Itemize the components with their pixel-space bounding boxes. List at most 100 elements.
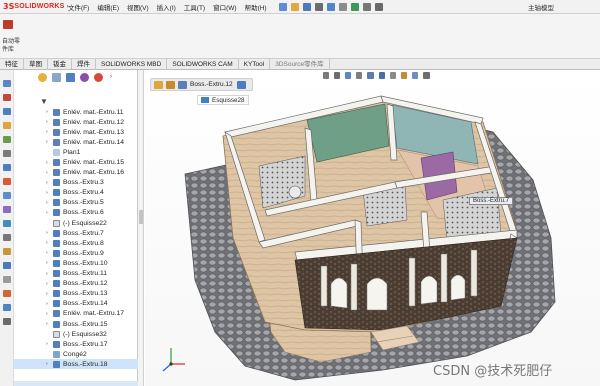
open-folder-icon[interactable] xyxy=(290,2,299,11)
solidworks-logo[interactable]: 3S SOLIDWORKS › xyxy=(0,2,69,11)
print-icon[interactable] xyxy=(314,2,323,11)
expand-arrow-icon[interactable]: › xyxy=(46,230,52,236)
menu-file[interactable]: 文件(F) xyxy=(64,2,93,12)
rebuild-icon[interactable] xyxy=(350,2,359,11)
chamfer-icon[interactable] xyxy=(3,192,11,199)
menu-insert[interactable]: 插入(I) xyxy=(153,2,180,12)
tree-item[interactable]: › Boss.-Extru.10 xyxy=(14,258,138,268)
expand-arrow-icon[interactable]: › xyxy=(46,281,52,287)
tree-item[interactable]: › Enlév. mat.-Extru.15 xyxy=(14,157,138,167)
expand-arrow-icon[interactable]: › xyxy=(46,341,52,347)
cut-icon[interactable] xyxy=(3,150,11,157)
save-icon[interactable] xyxy=(302,2,311,11)
expand-arrow-icon[interactable]: › xyxy=(46,200,52,206)
tab-0[interactable]: 特征 xyxy=(0,59,24,70)
expand-arrow-icon[interactable]: › xyxy=(46,361,52,367)
extruded-boss-icon[interactable] xyxy=(3,80,11,87)
options-gear-icon[interactable] xyxy=(374,2,383,11)
feature-manager-tab-icon[interactable] xyxy=(38,73,47,82)
hole-wizard-icon[interactable] xyxy=(3,164,11,171)
tree-item[interactable]: Plan1 xyxy=(14,147,138,157)
draft-icon[interactable] xyxy=(3,234,11,241)
tree-item[interactable]: (-) Esquisse22 xyxy=(14,218,138,228)
expand-arrow-icon[interactable]: › xyxy=(46,109,52,115)
reference-geometry-icon[interactable] xyxy=(3,290,11,297)
new-document-icon[interactable] xyxy=(278,2,287,11)
instant3d-icon[interactable] xyxy=(3,318,11,325)
undo-icon[interactable] xyxy=(326,2,335,11)
lofted-boss-icon[interactable] xyxy=(3,122,11,129)
tab-4[interactable]: SOLIDWORKS MBD xyxy=(96,59,168,70)
tab-7[interactable]: 3DSource零件库 xyxy=(270,59,330,70)
expand-arrow-icon[interactable]: › xyxy=(46,190,52,196)
expand-arrow-icon[interactable]: › xyxy=(46,311,52,317)
tree-item[interactable]: › Boss.-Extru.7 xyxy=(14,228,138,238)
menu-window[interactable]: 窗口(W) xyxy=(209,2,240,12)
tree-item[interactable]: › Boss.-Extru.9 xyxy=(14,248,138,258)
dim-xpert-tab-icon[interactable] xyxy=(80,73,89,82)
auto-parts-library-button[interactable]: 自动零 件库 xyxy=(0,14,30,58)
pattern-icon[interactable] xyxy=(3,206,11,213)
intersect-icon[interactable] xyxy=(3,276,11,283)
expand-arrow-icon[interactable]: › xyxy=(46,240,52,246)
tab-5[interactable]: SOLIDWORKS CAM xyxy=(167,59,239,70)
tree-item[interactable]: › Enlév. mat.-Extru.17 xyxy=(14,309,138,319)
menu-edit[interactable]: 编辑(E) xyxy=(93,2,123,12)
select-arrow-icon[interactable] xyxy=(338,2,347,11)
file-properties-icon[interactable] xyxy=(362,2,371,11)
chevron-right-icon[interactable]: › xyxy=(110,74,112,80)
expand-arrow-icon[interactable]: › xyxy=(46,260,52,266)
tab-6[interactable]: KYTool xyxy=(239,59,271,70)
panel-splitter[interactable] xyxy=(138,70,144,386)
tab-3[interactable]: 焊件 xyxy=(72,59,96,70)
property-manager-tab-icon[interactable] xyxy=(52,73,61,82)
menu-view[interactable]: 视图(V) xyxy=(123,2,153,12)
filter-icon[interactable]: ▼ xyxy=(40,97,48,106)
expand-arrow-icon[interactable]: › xyxy=(46,180,52,186)
boundary-boss-icon[interactable] xyxy=(3,136,11,143)
tree-item[interactable]: › Boss.-Extru.14 xyxy=(14,299,138,309)
tree-item[interactable]: › Boss.-Extru.8 xyxy=(14,238,138,248)
expand-arrow-icon[interactable]: › xyxy=(46,170,52,176)
tab-1[interactable]: 草图 xyxy=(24,59,48,70)
expand-arrow-icon[interactable]: › xyxy=(46,160,52,166)
fillet-icon[interactable] xyxy=(3,178,11,185)
tree-item[interactable]: › Boss.-Extru.4 xyxy=(14,188,138,198)
expand-arrow-icon[interactable]: › xyxy=(46,291,52,297)
wrap-icon[interactable] xyxy=(3,262,11,269)
expand-arrow-icon[interactable]: › xyxy=(46,321,52,327)
tree-item[interactable]: › Enlév. mat.-Extru.16 xyxy=(14,168,138,178)
tree-item[interactable]: › Boss.-Extru.18 xyxy=(14,359,138,370)
tree-item[interactable]: › Boss.-Extru.6 xyxy=(14,208,138,218)
rollback-bar[interactable] xyxy=(14,381,138,386)
splitter-handle[interactable] xyxy=(139,210,143,224)
tree-item[interactable]: › Boss.-Extru.15 xyxy=(14,319,138,329)
tree-item[interactable]: › Boss.-Extru.3 xyxy=(14,178,138,188)
shell-icon[interactable] xyxy=(3,248,11,255)
tree-item[interactable]: › Enlév. mat.-Extru.12 xyxy=(14,117,138,127)
configuration-manager-tab-icon[interactable] xyxy=(66,73,75,82)
tree-item[interactable]: › Boss.-Extru.12 xyxy=(14,279,138,289)
tree-item[interactable]: › Boss.-Extru.17 xyxy=(14,339,138,349)
tree-item[interactable]: › Boss.-Extru.13 xyxy=(14,289,138,299)
tree-item[interactable]: › Boss.-Extru.11 xyxy=(14,269,138,279)
display-manager-tab-icon[interactable] xyxy=(94,73,103,82)
revolve-icon[interactable] xyxy=(3,94,11,101)
tree-item[interactable]: Congé2 xyxy=(14,349,138,359)
expand-arrow-icon[interactable]: › xyxy=(46,250,52,256)
menu-help[interactable]: 帮助(H) xyxy=(241,2,271,12)
expand-arrow-icon[interactable]: › xyxy=(46,210,52,216)
expand-arrow-icon[interactable]: › xyxy=(46,119,52,125)
expand-arrow-icon[interactable]: › xyxy=(46,129,52,135)
swept-boss-icon[interactable] xyxy=(3,108,11,115)
tree-item[interactable]: › Enlév. mat.-Extru.14 xyxy=(14,137,138,147)
tree-item[interactable]: › Enlév. mat.-Extru.13 xyxy=(14,127,138,137)
tree-item[interactable]: › Enlév. mat.-Extru.11 xyxy=(14,107,138,117)
expand-arrow-icon[interactable]: › xyxy=(46,301,52,307)
expand-arrow-icon[interactable]: › xyxy=(46,139,52,145)
menu-tools[interactable]: 工具(T) xyxy=(180,2,209,12)
graphics-area[interactable]: Boss.-Extru.12 Esquisse28 Boss.-Extru.7 … xyxy=(145,70,600,386)
expand-arrow-icon[interactable]: › xyxy=(46,271,52,277)
tree-item[interactable]: › Boss.-Extru.5 xyxy=(14,198,138,208)
tab-2[interactable]: 钣金 xyxy=(48,59,72,70)
